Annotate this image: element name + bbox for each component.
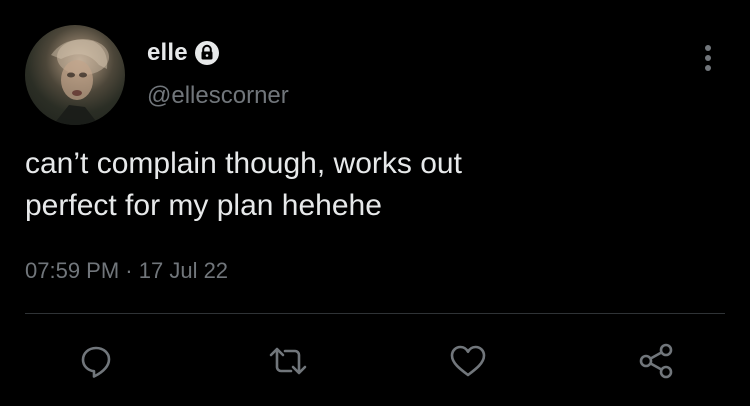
- reply-button[interactable]: [76, 341, 116, 381]
- user-handle[interactable]: @ellescorner: [147, 82, 289, 110]
- more-options-button[interactable]: [694, 40, 722, 76]
- timestamp-separator: ·: [125, 258, 133, 283]
- display-name[interactable]: elle: [147, 39, 188, 67]
- tweet-timestamp[interactable]: 07:59 PM · 17 Jul 22: [25, 258, 228, 284]
- avatar-photo: [51, 39, 109, 125]
- retweet-button[interactable]: [268, 341, 308, 381]
- tweet-date: 17 Jul 22: [138, 258, 229, 283]
- more-vertical-icon: [705, 45, 711, 71]
- retweet-icon: [269, 347, 307, 375]
- heart-icon: [450, 345, 486, 377]
- share-button[interactable]: [636, 341, 676, 381]
- tweet-text: can’t complain though, works out perfect…: [25, 147, 462, 222]
- reply-icon: [81, 346, 111, 378]
- lock-icon: [194, 40, 220, 66]
- tweet-time: 07:59 PM: [25, 258, 120, 283]
- divider: [25, 313, 725, 314]
- share-icon: [639, 343, 673, 379]
- avatar[interactable]: [25, 25, 125, 125]
- user-name-row[interactable]: elle: [147, 38, 220, 68]
- like-button[interactable]: [448, 341, 488, 381]
- tweet-detail: elle @ellescorner can’t complain though,…: [0, 0, 750, 406]
